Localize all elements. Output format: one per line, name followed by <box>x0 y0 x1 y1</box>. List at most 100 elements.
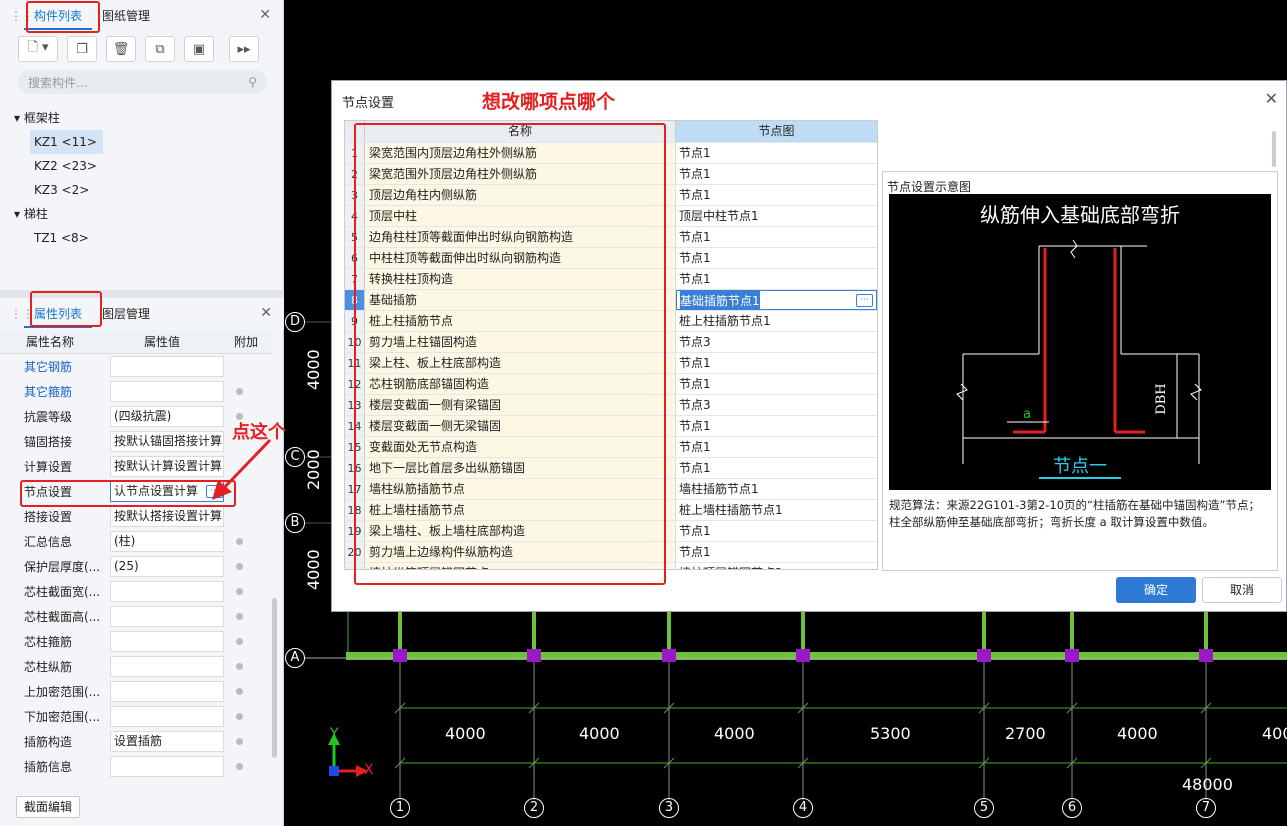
property-value[interactable] <box>110 631 224 652</box>
row-node-value[interactable]: 桩上柱插筋节点1 <box>676 311 877 331</box>
save-component-button[interactable]: ▣ <box>184 36 214 62</box>
property-row[interactable]: 保护层厚度(... (25) <box>0 554 272 579</box>
property-row[interactable]: 搭接设置 按默认搭接设置计算 <box>0 504 272 529</box>
row-node-value[interactable]: 桩上墙柱插筋节点1 <box>676 500 877 520</box>
axis-bubble[interactable]: C <box>285 447 305 467</box>
row-node-value[interactable]: 节点1 <box>676 143 877 163</box>
close-icon[interactable]: ✕ <box>260 305 272 321</box>
row-node-value[interactable]: 基础插筋节点1 ··· <box>676 290 877 310</box>
axis-bubble[interactable]: A <box>285 648 305 668</box>
ok-button[interactable]: 确定 <box>1116 577 1196 603</box>
property-value[interactable] <box>110 581 224 602</box>
axis-bubble[interactable]: 2 <box>524 798 544 818</box>
drag-handle-icon[interactable]: ⋮⋮ <box>10 307 34 321</box>
search-input[interactable]: 搜索构件... <box>28 74 87 91</box>
row-node-value[interactable]: 节点3 <box>676 395 877 415</box>
property-row[interactable]: 下加密范围(... <box>0 704 272 729</box>
extra-toggle[interactable] <box>224 688 254 695</box>
column-marker[interactable] <box>527 649 541 662</box>
extra-toggle[interactable] <box>224 588 254 595</box>
property-value[interactable] <box>110 681 224 702</box>
tab-layer-management[interactable]: 图层管理 <box>92 300 160 328</box>
row-node-value[interactable]: 节点1 <box>676 353 877 373</box>
property-value[interactable]: (25) <box>110 556 224 577</box>
property-row[interactable]: 芯柱截面宽(... <box>0 579 272 604</box>
property-row[interactable]: 插筋构造 设置插筋 <box>0 729 272 754</box>
extra-toggle[interactable] <box>224 563 254 570</box>
extra-toggle[interactable] <box>224 613 254 620</box>
property-value[interactable]: 按默认搭接设置计算 <box>110 506 224 527</box>
extra-toggle[interactable] <box>224 738 254 745</box>
column-marker[interactable] <box>796 649 810 662</box>
property-row[interactable]: 其它钢筋 <box>0 354 272 379</box>
column-marker[interactable] <box>393 649 407 662</box>
row-node-value[interactable]: 节点1 <box>676 269 877 289</box>
tree-item-kz2[interactable]: KZ2 <23> <box>30 154 283 178</box>
property-value[interactable]: (柱) <box>110 531 224 552</box>
row-node-value[interactable]: 节点1 <box>676 248 877 268</box>
tree-group-frame-column[interactable]: ▾ 框架柱 <box>0 106 283 130</box>
tree-group-stair-column[interactable]: ▾ 梯柱 <box>0 202 283 226</box>
tree-item-kz1[interactable]: KZ1 <11> <box>30 130 103 154</box>
column-marker[interactable] <box>977 649 991 662</box>
property-value[interactable]: 设置插筋 <box>110 731 224 752</box>
property-row[interactable]: 芯柱纵筋 <box>0 654 272 679</box>
property-row[interactable]: 汇总信息 (柱) <box>0 529 272 554</box>
row-node-value[interactable]: 节点1 <box>676 374 877 394</box>
row-node-value[interactable]: 墙柱插筋节点1 <box>676 479 877 499</box>
property-value[interactable] <box>110 656 224 677</box>
property-value[interactable] <box>110 756 224 777</box>
close-icon[interactable]: ✕ <box>1265 89 1278 108</box>
row-node-value[interactable]: 节点1 <box>676 227 877 247</box>
row-node-value[interactable]: 节点1 <box>676 458 877 478</box>
axis-bubble[interactable]: D <box>285 312 305 332</box>
close-icon[interactable]: ✕ <box>259 7 271 23</box>
extra-toggle[interactable] <box>224 538 254 545</box>
property-value[interactable] <box>110 381 224 402</box>
property-value[interactable] <box>110 606 224 627</box>
property-scrollbar[interactable] <box>272 598 277 758</box>
axis-bubble[interactable]: 7 <box>1196 798 1216 818</box>
property-value[interactable] <box>110 706 224 727</box>
drag-handle-icon[interactable]: ⋮⋮ <box>10 9 34 23</box>
row-node-value[interactable]: 节点1 <box>676 521 877 541</box>
column-marker[interactable] <box>662 649 676 662</box>
row-node-value[interactable]: 墙柱顶层锚固节点2 <box>676 563 877 569</box>
axis-bubble[interactable]: 4 <box>793 798 813 818</box>
new-component-button[interactable]: 🗋 ▾ <box>18 36 58 62</box>
extra-toggle[interactable] <box>224 638 254 645</box>
row-node-value[interactable]: 节点3 <box>676 332 877 352</box>
search-icon[interactable]: ⚲ <box>248 75 257 89</box>
tree-item-kz3[interactable]: KZ3 <2> <box>30 178 283 202</box>
component-search[interactable]: 搜索构件... ⚲ <box>18 70 267 94</box>
axis-bubble[interactable]: 5 <box>974 798 994 818</box>
cancel-button[interactable]: 取消 <box>1202 577 1282 603</box>
property-row[interactable]: 芯柱截面高(... <box>0 604 272 629</box>
property-value[interactable] <box>110 356 224 377</box>
copy-component-button[interactable]: ❐ <box>67 36 97 62</box>
extra-toggle[interactable] <box>224 663 254 670</box>
axis-bubble[interactable]: 3 <box>659 798 679 818</box>
section-edit-button[interactable]: 截面编辑 <box>16 796 80 818</box>
row-node-value[interactable]: 节点1 <box>676 164 877 184</box>
row-node-value[interactable]: 节点1 <box>676 416 877 436</box>
column-marker[interactable] <box>1199 649 1213 662</box>
more-button[interactable]: ▸▸ <box>229 36 259 62</box>
duplicate-layer-button[interactable]: ⧉ <box>145 36 175 62</box>
delete-component-button[interactable]: 🗑 <box>106 36 136 62</box>
extra-toggle[interactable] <box>224 713 254 720</box>
row-node-value[interactable]: 节点1 <box>676 542 877 562</box>
property-value[interactable]: (四级抗震) <box>110 406 224 427</box>
ellipsis-button[interactable]: ··· <box>856 294 873 307</box>
axis-bubble[interactable]: B <box>285 513 305 533</box>
property-row[interactable]: 插筋信息 <box>0 754 272 779</box>
dialog-scrollbar[interactable] <box>1272 131 1276 167</box>
extra-toggle[interactable] <box>224 388 254 395</box>
property-row[interactable]: 芯柱箍筋 <box>0 629 272 654</box>
tab-drawing-management[interactable]: 图纸管理 <box>92 2 160 30</box>
row-node-value[interactable]: 顶层中柱节点1 <box>676 206 877 226</box>
property-row[interactable]: 其它箍筋 <box>0 379 272 404</box>
axis-bubble[interactable]: 1 <box>390 798 410 818</box>
tree-item-tz1[interactable]: TZ1 <8> <box>30 226 283 250</box>
row-node-value[interactable]: 节点1 <box>676 437 877 457</box>
